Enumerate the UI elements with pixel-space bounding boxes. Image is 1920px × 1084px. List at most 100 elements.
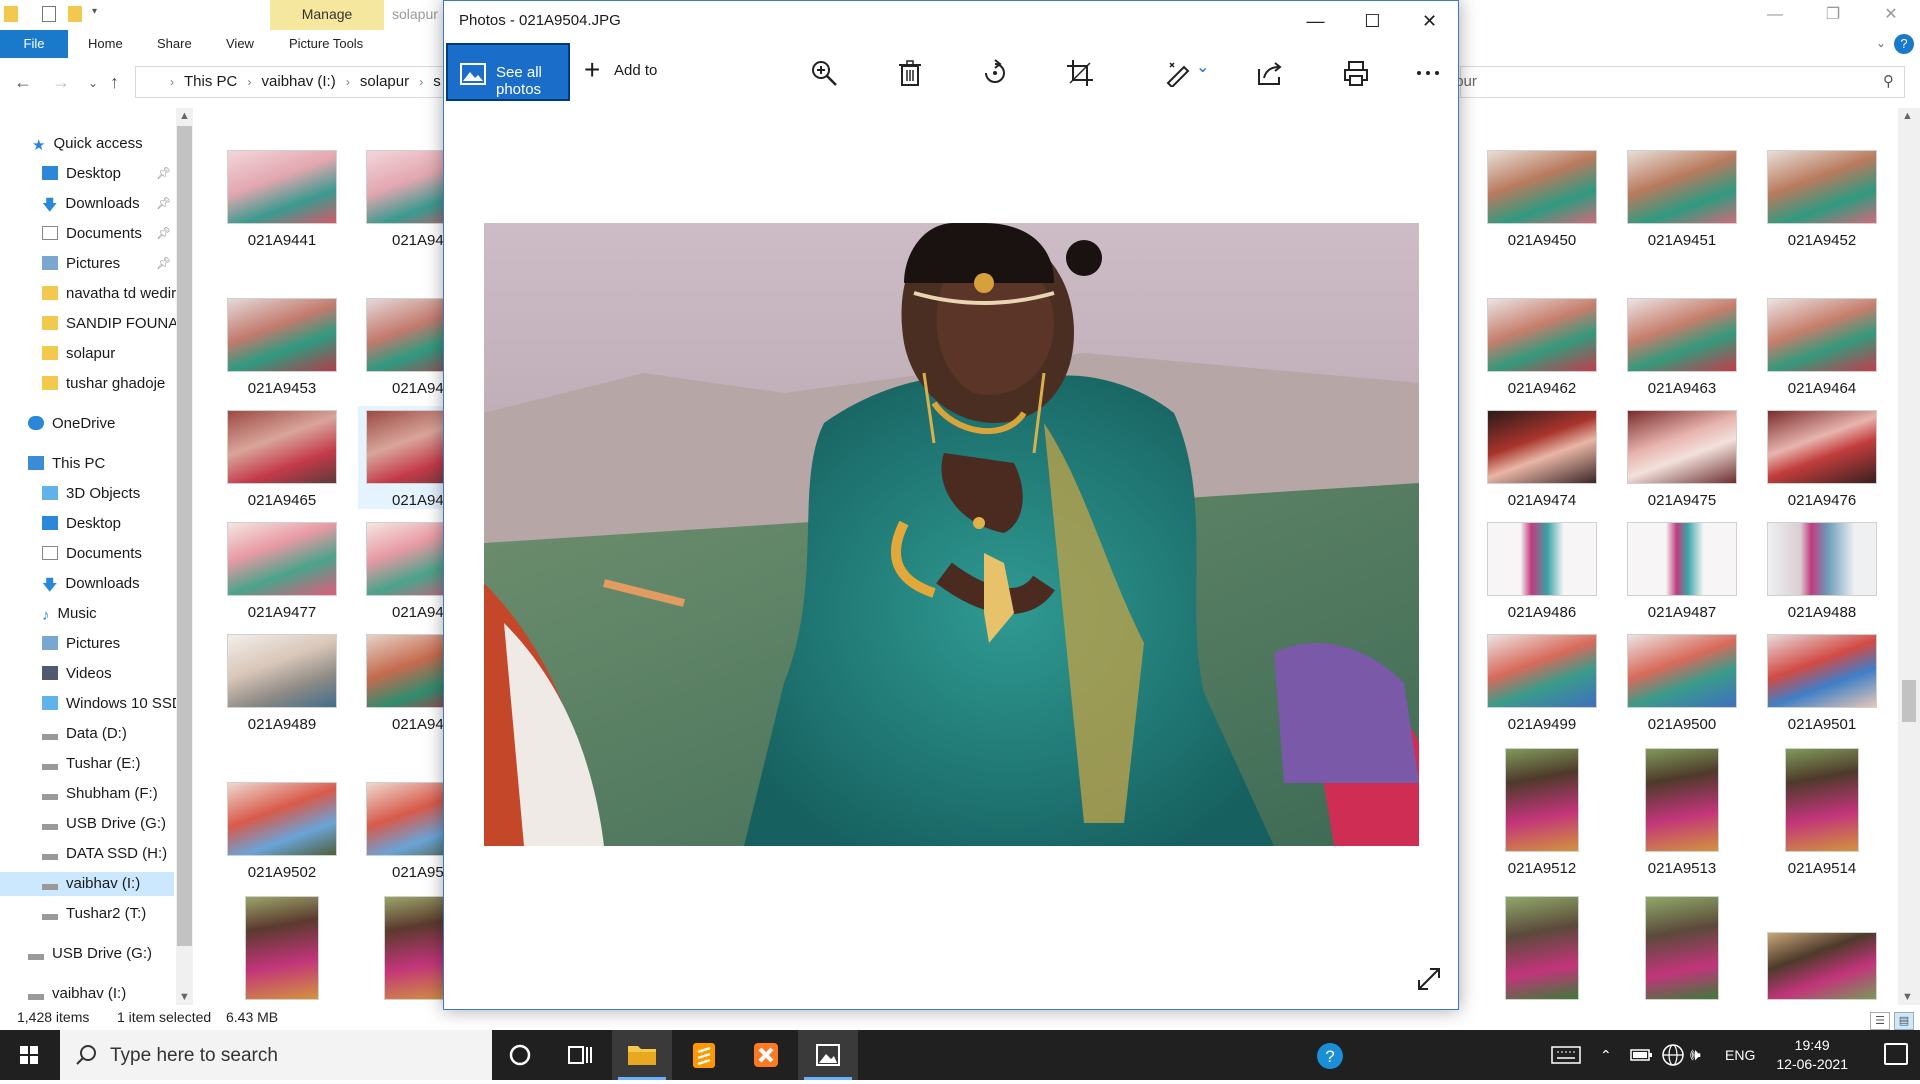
delete-icon[interactable]: [896, 59, 924, 87]
file-explorer-taskbar-button[interactable]: [612, 1030, 672, 1080]
keyboard-icon[interactable]: [1548, 1030, 1584, 1080]
tab-manage[interactable]: Manage: [270, 0, 384, 30]
minimize-icon[interactable]: —: [1746, 0, 1804, 30]
up-icon[interactable]: ↑: [110, 72, 119, 93]
zoom-in-icon[interactable]: [810, 59, 838, 87]
close-icon[interactable]: ✕: [1862, 0, 1920, 30]
nav-documents[interactable]: Documents: [42, 222, 142, 246]
new-folder-icon[interactable]: [68, 6, 82, 22]
file-tile[interactable]: 021A9487: [1622, 522, 1742, 621]
nav-downloads[interactable]: 🡇 Downloads: [42, 192, 140, 216]
nav-pc-downloads[interactable]: 🡇 Downloads: [42, 572, 140, 596]
nav-usb-drive[interactable]: USB Drive (G:): [28, 942, 152, 966]
search-input[interactable]: Search solapur ⚲: [1376, 66, 1905, 98]
network-globe-icon[interactable]: [1658, 1030, 1688, 1080]
breadcrumb-item[interactable]: vaibhav (I:): [262, 73, 336, 90]
scroll-thumb[interactable]: [1902, 680, 1916, 722]
file-tile[interactable]: 021A9474: [1482, 410, 1602, 509]
file-tile[interactable]: 021A9451: [1622, 150, 1742, 249]
taskbar-search-input[interactable]: Type here to search: [60, 1030, 492, 1080]
nav-drive-i[interactable]: vaibhav (I:): [0, 872, 174, 896]
file-tile[interactable]: 021A946: [358, 406, 444, 509]
tab-home[interactable]: Home: [88, 30, 123, 58]
scroll-up-icon[interactable]: ▲: [176, 110, 193, 122]
nav-folder-navatha[interactable]: navatha td wedir: [42, 282, 176, 306]
file-tile[interactable]: 021A949: [362, 634, 444, 733]
cortana-icon[interactable]: [490, 1030, 550, 1080]
file-tile[interactable]: [1622, 896, 1742, 1000]
nav-this-pc[interactable]: This PC: [28, 452, 105, 476]
file-tile[interactable]: 021A9463: [1622, 298, 1742, 397]
nav-onedrive[interactable]: OneDrive: [28, 412, 115, 436]
nav-folder-sandip[interactable]: SANDIP FOUNAI: [42, 312, 176, 336]
file-grid-scrollbar[interactable]: ▲ ▼: [1898, 108, 1920, 1005]
show-hidden-icons-icon[interactable]: ⌃: [1600, 1030, 1612, 1080]
full-screen-icon[interactable]: [1416, 966, 1442, 992]
windows-start-icon[interactable]: [0, 1030, 60, 1080]
nav-folder-solapur[interactable]: solapur: [42, 342, 115, 366]
file-tile[interactable]: 021A9452: [1762, 150, 1882, 249]
nav-quick-access[interactable]: ★ Quick access: [32, 132, 143, 156]
file-tile[interactable]: [362, 896, 444, 1000]
nav-drive-t[interactable]: Tushar2 (T:): [42, 902, 146, 926]
nav-scrollbar[interactable]: ▲ ▼: [176, 108, 193, 1005]
file-tile[interactable]: 021A9489: [222, 634, 342, 733]
print-icon[interactable]: [1342, 59, 1370, 87]
battery-icon[interactable]: [1626, 1030, 1656, 1080]
file-tile[interactable]: 021A9465: [222, 410, 342, 509]
file-tile[interactable]: 021A9502: [222, 782, 342, 881]
file-tile[interactable]: 021A9450: [1482, 150, 1602, 249]
file-tile[interactable]: 021A9477: [222, 522, 342, 621]
minimize-icon[interactable]: —: [1287, 1, 1344, 41]
pin-icon[interactable]: 📌︎: [156, 196, 171, 210]
back-icon[interactable]: ←: [14, 72, 32, 93]
xampp-icon[interactable]: [736, 1030, 796, 1080]
file-tile[interactable]: [1482, 896, 1602, 1000]
file-tile[interactable]: 021A947: [362, 522, 444, 621]
file-tile[interactable]: 021A9499: [1482, 634, 1602, 733]
file-tile[interactable]: [1762, 932, 1882, 1000]
nav-drive-f[interactable]: Shubham (F:): [42, 782, 158, 806]
nav-3d-objects[interactable]: 3D Objects: [42, 482, 140, 506]
properties-icon[interactable]: [42, 6, 56, 22]
help-tips-icon[interactable]: ?: [1310, 1030, 1350, 1080]
file-tile[interactable]: 021A9500: [1622, 634, 1742, 733]
restore-icon[interactable]: ❐: [1804, 0, 1862, 30]
nav-desktop[interactable]: Desktop: [42, 162, 121, 186]
tab-view[interactable]: View: [226, 30, 254, 58]
file-tile[interactable]: 021A950: [362, 782, 444, 881]
tab-share[interactable]: Share: [157, 30, 192, 58]
nav-videos[interactable]: Videos: [42, 662, 112, 686]
nav-music[interactable]: ♪ Music: [42, 602, 97, 626]
pin-icon[interactable]: 📌︎: [156, 226, 171, 240]
clock[interactable]: 19:49 12-06-2021: [1776, 1036, 1848, 1074]
nav-drive-win10[interactable]: Windows 10 SSD: [42, 692, 176, 716]
nav-vaibhav-drive[interactable]: vaibhav (I:): [28, 982, 126, 1006]
add-to-button[interactable]: + Add to: [584, 54, 657, 85]
file-tile[interactable]: [222, 896, 342, 1000]
large-icons-view-icon[interactable]: ▤: [1894, 1012, 1914, 1030]
forward-icon[interactable]: →: [52, 72, 70, 93]
nav-pictures[interactable]: Pictures: [42, 252, 120, 276]
file-tile[interactable]: 021A9475: [1622, 410, 1742, 509]
file-tile[interactable]: 021A9453: [222, 298, 342, 397]
pin-icon[interactable]: 📌︎: [156, 166, 171, 180]
file-tile[interactable]: 021A9476: [1762, 410, 1882, 509]
scroll-down-icon[interactable]: ▼: [1902, 991, 1913, 1003]
breadcrumb-item[interactable]: solapur: [360, 73, 409, 90]
see-all-photos-button[interactable]: See all photos: [446, 43, 570, 101]
tab-file[interactable]: File: [0, 30, 68, 58]
recent-chevron-icon[interactable]: ⌄: [88, 76, 98, 90]
breadcrumb[interactable]: › This PC › vaibhav (I:) › solapur › s: [135, 66, 445, 98]
file-tile[interactable]: 021A9486: [1482, 522, 1602, 621]
crop-icon[interactable]: [1066, 59, 1094, 87]
scroll-down-icon[interactable]: ▼: [176, 991, 193, 1003]
expand-ribbon-chevron-icon[interactable]: ⌄: [1876, 36, 1886, 50]
nav-drive-h[interactable]: DATA SSD (H:): [42, 842, 167, 866]
sublime-text-icon[interactable]: [674, 1030, 734, 1080]
volume-icon[interactable]: 🕪︎: [1690, 1030, 1701, 1080]
photos-taskbar-button[interactable]: [798, 1030, 858, 1080]
more-options-icon[interactable]: [1414, 59, 1442, 87]
file-tile[interactable]: 021A945: [362, 298, 444, 397]
file-tile[interactable]: 021A9514: [1762, 748, 1882, 877]
